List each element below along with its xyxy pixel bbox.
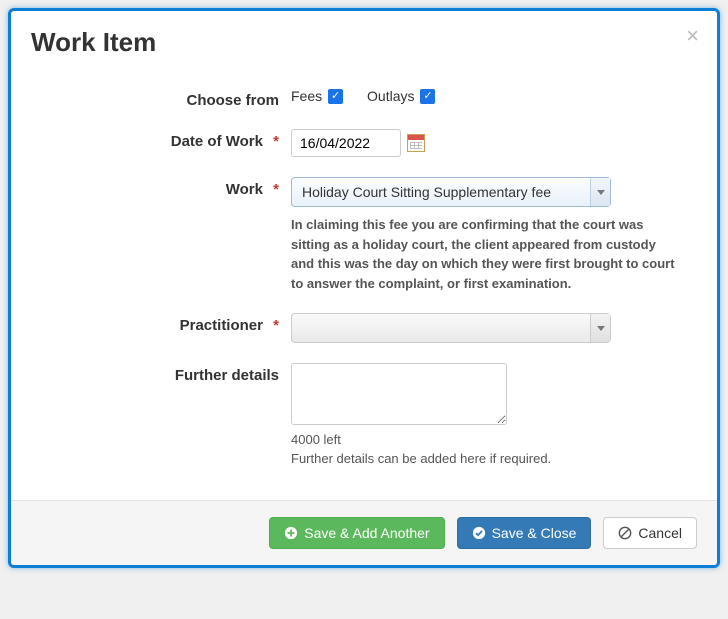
practitioner-select[interactable]: [291, 313, 611, 343]
required-mark: *: [273, 181, 279, 198]
cancel-circle-icon: [618, 526, 632, 540]
check-icon: ✓: [420, 89, 435, 104]
save-add-another-button[interactable]: Save & Add Another: [269, 517, 444, 549]
row-practitioner: Practitioner *: [31, 313, 697, 343]
date-of-work-input[interactable]: [291, 129, 401, 157]
date-of-work-label: Date of Work *: [31, 129, 291, 150]
outlays-checkbox-wrap[interactable]: Outlays ✓: [367, 88, 435, 104]
button-label: Save & Add Another: [304, 525, 429, 541]
work-control: Holiday Court Sitting Supplementary fee …: [291, 177, 691, 293]
further-details-textarea[interactable]: [291, 363, 507, 425]
choose-from-control: Fees ✓ Outlays ✓: [291, 88, 691, 104]
cancel-button[interactable]: Cancel: [603, 517, 697, 549]
check-icon: ✓: [328, 89, 343, 104]
work-hint: In claiming this fee you are confirming …: [291, 215, 681, 293]
modal-footer: Save & Add Another Save & Close Cancel: [11, 500, 717, 565]
date-of-work-control: [291, 129, 691, 157]
practitioner-label: Practitioner *: [31, 313, 291, 334]
modal-header: Work Item ×: [11, 11, 717, 66]
work-select[interactable]: Holiday Court Sitting Supplementary fee: [291, 177, 611, 207]
row-further-details: Further details 4000 left Further detail…: [31, 363, 697, 466]
work-select-text: Holiday Court Sitting Supplementary fee: [292, 184, 590, 200]
work-label: Work *: [31, 177, 291, 198]
required-mark: *: [273, 317, 279, 334]
fees-label: Fees: [291, 88, 322, 104]
further-details-control: 4000 left Further details can be added h…: [291, 363, 691, 466]
chevron-down-icon: [590, 314, 610, 342]
row-choose-from: Choose from Fees ✓ Outlays ✓: [31, 88, 697, 109]
practitioner-control: [291, 313, 691, 343]
char-counter: 4000 left: [291, 432, 691, 447]
row-date-of-work: Date of Work *: [31, 129, 697, 157]
further-details-helper: Further details can be added here if req…: [291, 451, 691, 466]
button-label: Cancel: [638, 525, 682, 541]
modal-title: Work Item: [31, 27, 697, 58]
close-icon[interactable]: ×: [686, 25, 699, 47]
choose-from-label: Choose from: [31, 88, 291, 109]
work-item-modal: Work Item × Choose from Fees ✓ Outlays ✓…: [8, 8, 720, 568]
plus-circle-icon: [284, 526, 298, 540]
check-circle-icon: [472, 526, 486, 540]
fees-checkbox-wrap[interactable]: Fees ✓: [291, 88, 343, 104]
calendar-icon[interactable]: [407, 134, 425, 152]
label-text: Practitioner: [180, 317, 263, 334]
further-details-label: Further details: [31, 363, 291, 384]
outlays-label: Outlays: [367, 88, 414, 104]
chevron-down-icon: [590, 178, 610, 206]
modal-body: Choose from Fees ✓ Outlays ✓ Date of Wor…: [11, 66, 717, 500]
row-work: Work * Holiday Court Sitting Supplementa…: [31, 177, 697, 293]
label-text: Date of Work: [171, 133, 263, 150]
label-text: Work: [226, 181, 263, 198]
button-label: Save & Close: [492, 525, 577, 541]
required-mark: *: [273, 133, 279, 150]
save-close-button[interactable]: Save & Close: [457, 517, 592, 549]
